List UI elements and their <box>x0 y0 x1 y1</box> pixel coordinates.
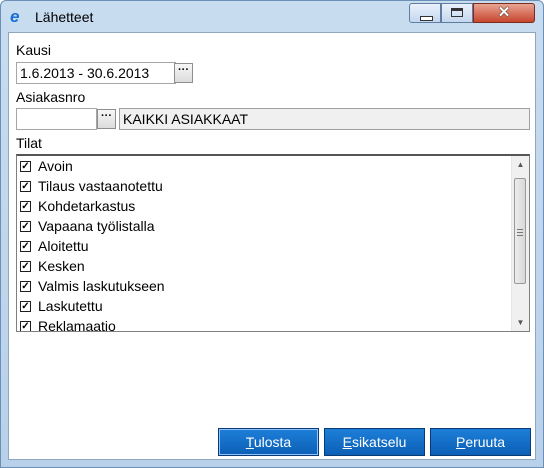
checkbox[interactable]: ✓ <box>20 201 31 212</box>
preview-label: sikatselu <box>351 434 407 450</box>
window: e Lähetteet ✕ Kausi 1.6.2013 - 30.6.2013… <box>0 0 544 468</box>
scroll-up-icon[interactable]: ▲ <box>512 156 529 173</box>
close-button[interactable]: ✕ <box>473 3 535 23</box>
scroll-down-icon[interactable]: ▼ <box>512 314 529 331</box>
status-item-label: Vapaana työlistalla <box>38 218 155 234</box>
preview-button[interactable]: Esikatselu <box>324 428 425 456</box>
app-icon: e <box>10 7 20 26</box>
minimize-button[interactable] <box>409 3 441 23</box>
maximize-button[interactable] <box>441 3 473 23</box>
dialog-body: Kausi 1.6.2013 - 30.6.2013 ··· Asiakasnr… <box>8 32 536 460</box>
status-item-label: Aloitettu <box>38 238 89 254</box>
customer-name-field: KAIKKI ASIAKKAAT <box>119 108 530 130</box>
checkbox[interactable]: ✓ <box>20 321 31 331</box>
minimize-icon <box>420 16 433 21</box>
scroll-thumb[interactable] <box>514 178 526 284</box>
checkbox[interactable]: ✓ <box>20 261 31 272</box>
print-label: ulosta <box>253 434 292 450</box>
tilat-label: Tilat <box>16 135 42 151</box>
kausi-browse-button[interactable]: ··· <box>174 63 193 83</box>
maximize-icon <box>451 8 463 17</box>
kausi-label: Kausi <box>16 42 52 58</box>
status-item-label: Kesken <box>38 258 85 274</box>
status-item-label: Valmis laskutukseen <box>38 278 165 294</box>
print-button[interactable]: Tulosta <box>218 428 319 456</box>
status-item-label: Avoin <box>38 158 73 174</box>
asiakasnro-field[interactable] <box>16 108 97 130</box>
checkbox[interactable]: ✓ <box>20 161 31 172</box>
status-item-label: Tilaus vastaanotettu <box>38 178 163 194</box>
kausi-field[interactable]: 1.6.2013 - 30.6.2013 <box>16 62 176 84</box>
cancel-button[interactable]: Peruuta <box>430 428 531 456</box>
vertical-scrollbar[interactable]: ▲ ▼ <box>511 156 529 331</box>
checkbox[interactable]: ✓ <box>20 281 31 292</box>
checkbox[interactable]: ✓ <box>20 181 31 192</box>
status-checklist[interactable]: ✓ Avoin ✓ Tilaus vastaanotettu ✓ Kohdetarkast… <box>16 154 530 332</box>
checkbox[interactable]: ✓ <box>20 301 31 312</box>
status-item-label: Reklamaatio <box>38 318 116 332</box>
close-icon: ✕ <box>497 4 511 21</box>
title-bar[interactable]: e Lähetteet ✕ <box>1 1 543 33</box>
window-title: Lähetteet <box>35 9 94 25</box>
status-item-label: Laskutettu <box>38 298 103 314</box>
checkbox[interactable]: ✓ <box>20 241 31 252</box>
preview-accelerator: E <box>342 434 352 450</box>
print-accelerator: T <box>245 434 254 450</box>
checkbox[interactable]: ✓ <box>20 221 31 232</box>
cancel-label: eruuta <box>465 434 506 450</box>
asiakasnro-browse-button[interactable]: ··· <box>97 109 116 129</box>
asiakasnro-label: Asiakasnro <box>16 89 86 105</box>
cancel-accelerator: P <box>455 434 466 450</box>
status-item-label: Kohdetarkastus <box>38 198 136 214</box>
